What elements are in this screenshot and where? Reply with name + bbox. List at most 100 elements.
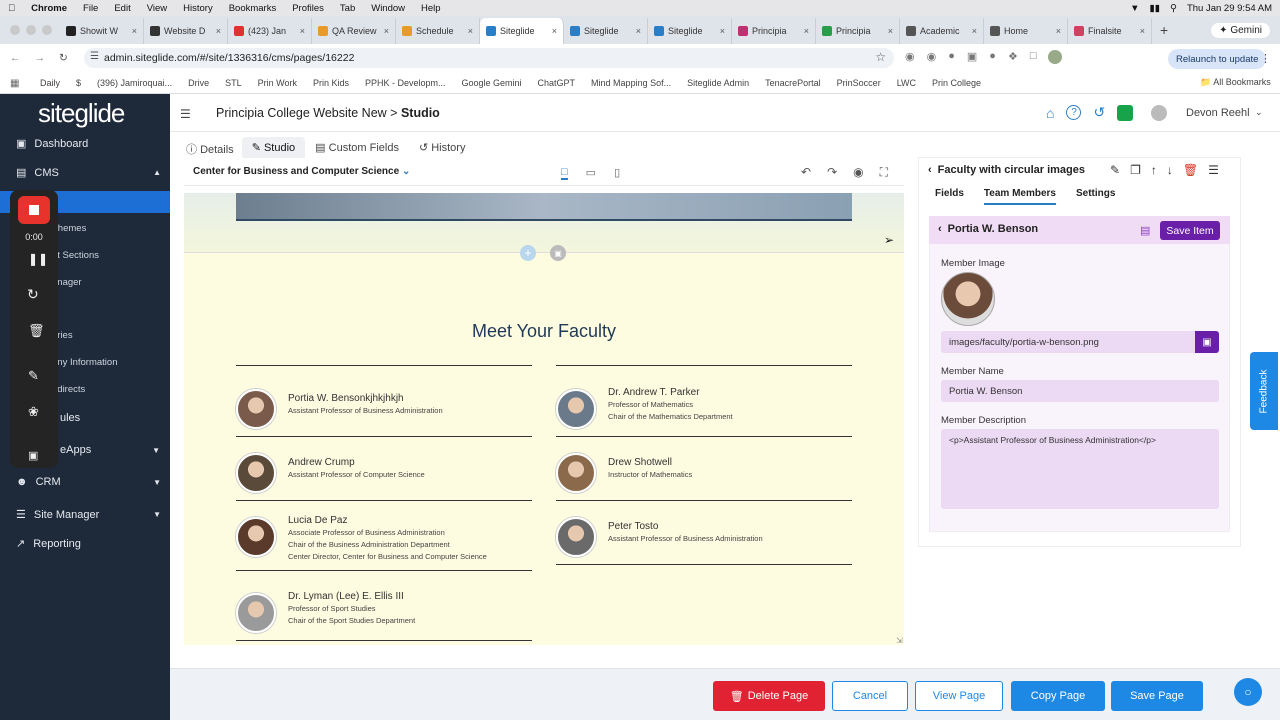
siteglide-app-icon[interactable] [1117, 104, 1134, 121]
menu-profiles[interactable]: Profiles [292, 3, 324, 14]
bookmark-item[interactable]: LWC [897, 78, 916, 88]
browser-tab[interactable]: Academic × [900, 18, 984, 44]
section-select[interactable]: Center for Business and Computer Science… [193, 166, 410, 177]
all-bookmarks[interactable]: 📁 All Bookmarks [1200, 77, 1271, 88]
trash-icon[interactable]: 🗑 [28, 323, 45, 339]
browser-tab[interactable]: Siteglide × [480, 18, 564, 44]
menu-help[interactable]: Help [421, 3, 441, 14]
browser-tab[interactable]: (423) Jan × [228, 18, 312, 44]
sidepanel-icon[interactable]: □ [1030, 50, 1037, 64]
save-page-button[interactable]: Save Page [1111, 681, 1203, 711]
close-tab-icon[interactable]: × [1140, 26, 1145, 36]
sidebar-item-crm[interactable]: ☻ CRM ▼ [16, 476, 161, 488]
bookmark-item[interactable]: $ [76, 78, 81, 88]
close-tab-icon[interactable]: × [972, 26, 977, 36]
camera-icon[interactable]: ▣ [28, 449, 38, 462]
tab-fields[interactable]: Fields [935, 188, 964, 205]
app-menu[interactable]: Chrome [31, 3, 67, 14]
move-up-icon[interactable]: ↑ [1151, 163, 1157, 177]
site-info-icon[interactable]: ☰ [90, 51, 99, 62]
delete-icon[interactable]: 🗑 [1183, 163, 1198, 177]
close-tab-icon[interactable]: × [216, 26, 221, 36]
close-tab-icon[interactable]: × [132, 26, 137, 36]
menu-file[interactable]: File [83, 3, 98, 14]
browser-tab[interactable]: Principia × [816, 18, 900, 44]
search-icon[interactable]: ⚲ [1170, 3, 1177, 14]
puzzle-icon[interactable]: ❖ [1008, 50, 1018, 64]
studio-canvas[interactable]: + ▣ Meet Your Faculty Portia W. Bensonkj… [184, 193, 904, 645]
bookmark-item[interactable]: PPHK - Developm... [365, 78, 446, 88]
extension-icon[interactable]: ● [989, 50, 996, 64]
pen-icon[interactable]: ✎ [28, 368, 39, 384]
copy-page-button[interactable]: Copy Page [1011, 681, 1105, 711]
bookmark-item[interactable]: Prin Work [258, 78, 297, 88]
collapse-sidebar-icon[interactable]: ☰ [180, 107, 191, 121]
browser-tab[interactable]: Showit W × [60, 18, 144, 44]
undo-icon[interactable]: ↶ [801, 165, 811, 180]
zoom-window-button[interactable] [42, 25, 52, 35]
faculty-card[interactable]: Peter Tosto Assistant Professor of Busine… [556, 507, 852, 565]
tablet-view-icon[interactable]: ▭ [586, 166, 596, 180]
browser-tab[interactable]: Home × [984, 18, 1068, 44]
bookmark-item[interactable]: Daily [40, 78, 60, 88]
bookmark-item[interactable]: Siteglide Admin [687, 78, 749, 88]
resize-handle-icon[interactable]: ⇲ [896, 636, 903, 645]
image-picker-icon[interactable]: ▣ [1195, 331, 1219, 353]
reload-icon[interactable]: ↻ [59, 52, 68, 64]
menu-edit[interactable]: Edit [114, 3, 130, 14]
close-tab-icon[interactable]: × [468, 26, 473, 36]
browser-tab[interactable]: Finalsite × [1068, 18, 1152, 44]
browser-tab[interactable]: Principia × [732, 18, 816, 44]
browser-tab[interactable]: Siteglide × [564, 18, 648, 44]
extension-icon[interactable]: ◉ [905, 50, 915, 64]
preview-eye-icon[interactable]: ◉ [853, 165, 863, 180]
home-icon[interactable]: ⌂ [1046, 105, 1054, 121]
mobile-view-icon[interactable]: ▯ [614, 166, 620, 180]
effects-icon[interactable]: ❀ [28, 404, 39, 420]
faculty-card[interactable]: Lucia De Paz Associate Professor of Busin… [236, 507, 532, 571]
gemini-button[interactable]: ✦ Gemini [1211, 23, 1270, 38]
previous-section[interactable] [184, 193, 904, 253]
apple-icon[interactable]:  [8, 3, 15, 14]
sidebar-item-dashboard[interactable]: ▣ Dashboard [16, 137, 88, 151]
extension-icon[interactable]: ▣ [967, 50, 977, 64]
stop-recording-button[interactable] [18, 196, 50, 224]
member-description-field[interactable]: <p>Assistant Professor of Business Admin… [941, 429, 1219, 509]
close-window-button[interactable] [10, 25, 20, 35]
layers-icon[interactable]: ☰ [1208, 163, 1219, 177]
bookmark-item[interactable]: TenacrePortal [765, 78, 821, 88]
forward-icon[interactable]: → [35, 52, 46, 64]
bookmark-item[interactable]: Google Gemini [462, 78, 522, 88]
faculty-card[interactable]: Portia W. Bensonkjhkjhkjh Assistant Profe… [236, 379, 532, 437]
apps-grid-icon[interactable]: ▦ [10, 78, 19, 89]
faculty-card[interactable]: Dr. Lyman (Lee) E. Ellis III Professor of… [236, 583, 532, 641]
section-settings-icon[interactable]: ▣ [550, 245, 566, 261]
sidebar-item-site-manager[interactable]: ☰ Site Manager ▼ [16, 508, 161, 522]
browser-tab[interactable]: QA Review × [312, 18, 396, 44]
cancel-button[interactable]: Cancel [832, 681, 908, 711]
close-tab-icon[interactable]: × [636, 26, 641, 36]
sidebar-item-reporting[interactable]: ↗ Reporting [16, 537, 81, 551]
delete-page-button[interactable]: 🗑 Delete Page [713, 681, 825, 711]
faculty-card[interactable]: Dr. Andrew T. Parker Professor of Mathema… [556, 379, 852, 437]
help-icon[interactable]: ? [1066, 105, 1082, 120]
extension-icon[interactable]: ◉ [927, 50, 937, 64]
tab-team-members[interactable]: Team Members [983, 188, 1056, 205]
close-tab-icon[interactable]: × [720, 26, 725, 36]
battery-icon[interactable]: ▮▮ [1150, 3, 1160, 14]
sidebar-item-company-information[interactable]: any Information [52, 357, 117, 368]
bookmark-star-icon[interactable]: ☆ [875, 50, 886, 64]
clock[interactable]: Thu Jan 29 9:54 AM [1187, 3, 1272, 14]
history-icon[interactable]: ↺ [1093, 104, 1105, 121]
browser-tab[interactable]: Website D × [144, 18, 228, 44]
bookmark-item[interactable]: STL [225, 78, 242, 88]
close-tab-icon[interactable]: × [552, 26, 557, 36]
faculty-card[interactable]: Andrew Crump Assistant Professor of Compu… [236, 443, 532, 501]
bookmark-item[interactable]: Drive [188, 78, 209, 88]
close-tab-icon[interactable]: × [300, 26, 305, 36]
menu-view[interactable]: View [147, 3, 167, 14]
restart-icon[interactable]: ↻ [27, 286, 39, 303]
add-section-icon[interactable]: + [520, 245, 536, 261]
close-tab-icon[interactable]: × [384, 26, 389, 36]
edit-icon[interactable]: ✎ [1110, 163, 1120, 177]
